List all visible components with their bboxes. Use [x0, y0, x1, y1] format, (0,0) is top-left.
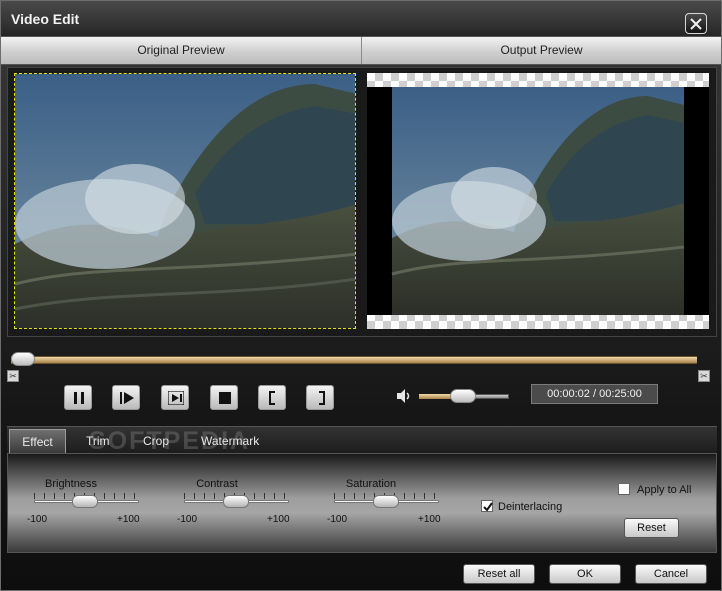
output-video-frame [367, 87, 709, 315]
cancel-button[interactable]: Cancel [635, 564, 707, 584]
saturation-slider-thumb[interactable] [373, 495, 399, 508]
pause-icon [74, 392, 84, 404]
next-frame-button[interactable] [161, 385, 189, 410]
close-icon [690, 18, 702, 30]
stop-icon [219, 392, 231, 404]
contrast-max-label: +100 [267, 514, 290, 525]
reset-button[interactable]: Reset [624, 518, 679, 538]
reset-all-button[interactable]: Reset all [463, 564, 535, 584]
play-icon [120, 392, 134, 404]
brightness-max-label: +100 [117, 514, 140, 525]
mark-out-icon [319, 391, 325, 405]
contrast-label: Contrast [196, 478, 238, 490]
deinterlacing-checkbox[interactable] [481, 500, 493, 512]
output-letterbox [367, 87, 709, 315]
softpedia-watermark: SOFTPEDIA [89, 427, 251, 455]
saturation-max-label: +100 [418, 514, 441, 525]
saturation-label: Saturation [345, 478, 397, 490]
close-button[interactable] [685, 13, 707, 34]
brightness-slider-thumb[interactable] [72, 495, 98, 508]
scissors-icon: ✂ [9, 371, 17, 381]
output-preview[interactable] [367, 73, 709, 329]
contrast-slider-thumb[interactable] [223, 495, 249, 508]
mark-out-button[interactable] [306, 385, 334, 410]
volume-icon[interactable] [395, 387, 413, 405]
trim-start-marker[interactable]: ✂ [7, 370, 19, 382]
timeline-thumb[interactable] [11, 352, 35, 366]
ok-button[interactable]: OK [549, 564, 621, 584]
video-edit-window: Video Edit Original Preview Output Previ… [0, 0, 722, 591]
effect-panel [7, 453, 717, 553]
brightness-label: Brightness [45, 478, 97, 490]
mark-in-icon [269, 391, 275, 405]
original-preview[interactable] [14, 73, 356, 329]
scissors-icon: ✂ [700, 371, 708, 381]
mark-in-button[interactable] [258, 385, 286, 410]
preview-header: Original Preview Output Preview [1, 36, 721, 65]
original-preview-label: Original Preview [137, 43, 225, 57]
stop-button[interactable] [210, 385, 238, 410]
deinterlacing-label: Deinterlacing [498, 501, 563, 513]
window-title: Video Edit [11, 11, 80, 27]
brightness-min-label: -100 [27, 514, 48, 525]
original-video-frame [15, 74, 355, 328]
timeline-track[interactable] [11, 356, 697, 364]
time-display: 00:00:02 / 00:25:00 [531, 384, 658, 404]
volume-slider-thumb[interactable] [450, 389, 476, 403]
apply-to-all-checkbox[interactable] [618, 483, 630, 495]
tab-effect[interactable]: Effect [9, 429, 66, 453]
pause-button[interactable] [64, 385, 92, 410]
contrast-min-label: -100 [177, 514, 198, 525]
trim-end-marker[interactable]: ✂ [698, 370, 710, 382]
title-bar: Video Edit [1, 1, 721, 36]
checkmark-icon [483, 502, 493, 512]
saturation-min-label: -100 [327, 514, 348, 525]
output-preview-label: Output Preview [500, 43, 583, 57]
play-button[interactable] [112, 385, 140, 410]
next-frame-icon [168, 391, 184, 405]
apply-to-all-label: Apply to All [637, 484, 692, 496]
